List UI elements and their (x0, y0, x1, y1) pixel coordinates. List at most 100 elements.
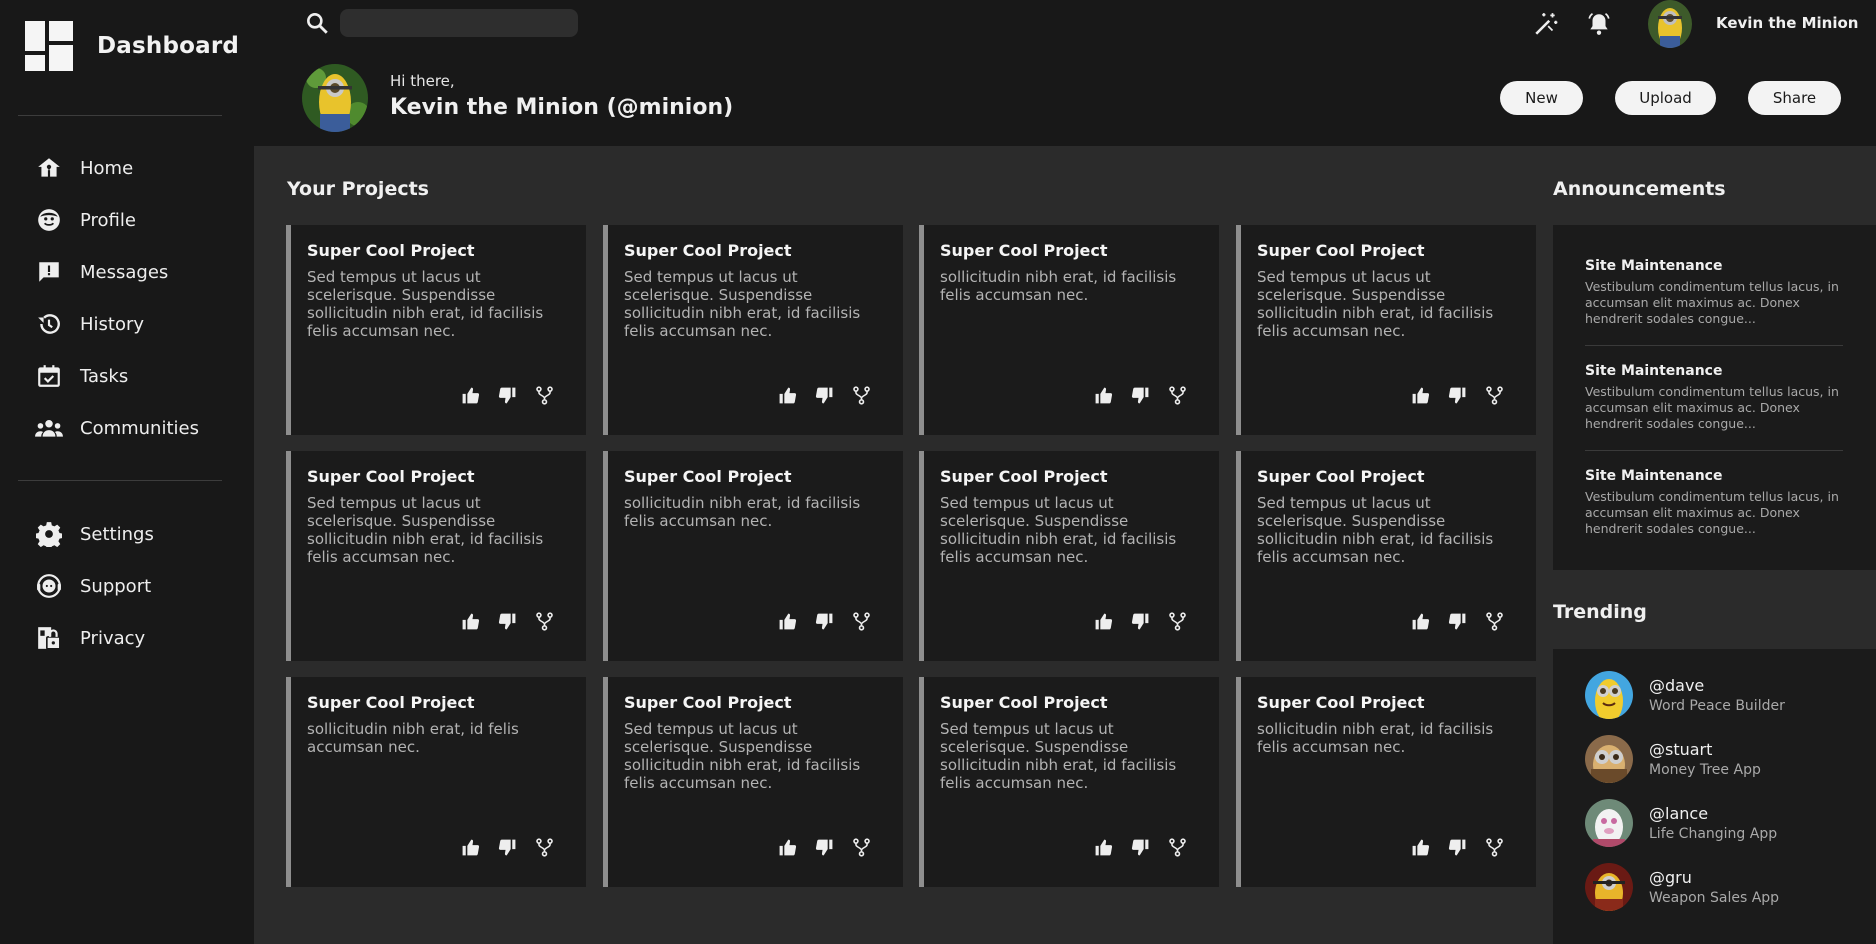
thumbs-down-icon[interactable] (1131, 386, 1150, 405)
upload-button[interactable]: Upload (1615, 81, 1716, 115)
thumbs-up-icon[interactable] (778, 386, 797, 405)
projects-title: Your Projects (287, 178, 429, 200)
trending-handle: @gru (1649, 868, 1692, 887)
brand[interactable]: Dashboard (25, 21, 239, 71)
sidebar-item-label: Support (80, 575, 152, 597)
search-input[interactable] (340, 9, 578, 37)
project-card[interactable]: Super Cool Project sollicitudin nibh erat… (286, 677, 586, 887)
fork-icon[interactable] (1485, 838, 1504, 857)
thumbs-up-icon[interactable] (461, 612, 480, 631)
fork-icon[interactable] (535, 838, 554, 857)
sidebar: Dashboard Home Profile Messages History … (0, 0, 254, 944)
fork-icon[interactable] (852, 838, 871, 857)
thumbs-up-icon[interactable] (1411, 612, 1430, 631)
user-avatar[interactable] (1648, 0, 1692, 48)
project-actions (778, 838, 871, 857)
search-icon[interactable] (304, 10, 330, 36)
thumbs-down-icon[interactable] (1131, 612, 1150, 631)
thumbs-down-icon[interactable] (815, 386, 834, 405)
sidebar-item-messages[interactable]: Messages (34, 257, 168, 287)
share-button[interactable]: Share (1748, 81, 1841, 115)
sidebar-item-label: History (80, 313, 145, 335)
project-actions (1094, 838, 1187, 857)
sidebar-item-communities[interactable]: Communities (34, 413, 199, 443)
thumbs-up-icon[interactable] (1094, 386, 1113, 405)
avatar (1585, 799, 1633, 847)
thumbs-down-icon[interactable] (1131, 838, 1150, 857)
trending-handle: @dave (1649, 676, 1705, 695)
fork-icon[interactable] (852, 612, 871, 631)
thumbs-down-icon[interactable] (815, 612, 834, 631)
project-description: Sed tempus ut lacus ut scelerisque. Susp… (307, 268, 544, 340)
thumbs-down-icon[interactable] (498, 386, 517, 405)
project-card[interactable]: Super Cool Project Sed tempus ut lacus ut… (1236, 451, 1536, 661)
sidebar-item-label: Profile (80, 209, 136, 231)
magic-wand-icon[interactable] (1532, 10, 1560, 38)
fork-icon[interactable] (535, 386, 554, 405)
project-description: sollicitudin nibh erat, id facilisis fel… (940, 268, 1177, 304)
gear-icon (34, 519, 64, 549)
thumbs-down-icon[interactable] (1448, 612, 1467, 631)
fork-icon[interactable] (1168, 386, 1187, 405)
thumbs-down-icon[interactable] (498, 612, 517, 631)
project-description: Sed tempus ut lacus ut scelerisque. Susp… (940, 720, 1177, 792)
fork-icon[interactable] (535, 612, 554, 631)
privacy-icon (34, 623, 64, 653)
thumbs-down-icon[interactable] (1448, 838, 1467, 857)
trending-item[interactable]: @stuart Money Tree App (1585, 735, 1761, 783)
project-description: Sed tempus ut lacus ut scelerisque. Susp… (1257, 268, 1494, 340)
project-actions (1411, 386, 1504, 405)
fork-icon[interactable] (1485, 612, 1504, 631)
thumbs-up-icon[interactable] (1094, 838, 1113, 857)
project-title: Super Cool Project (307, 467, 475, 486)
project-card[interactable]: Super Cool Project Sed tempus ut lacus ut… (603, 225, 903, 435)
announcement-item[interactable]: Site Maintenance Vestibulum condimentum … (1585, 363, 1845, 432)
notifications-bell-icon[interactable] (1585, 10, 1613, 38)
announcement-body: Vestibulum condimentum tellus lacus, in … (1585, 384, 1839, 431)
trending-item[interactable]: @dave Word Peace Builder (1585, 671, 1785, 719)
project-card[interactable]: Super Cool Project Sed tempus ut lacus ut… (603, 677, 903, 887)
avatar (1585, 735, 1633, 783)
thumbs-up-icon[interactable] (1094, 612, 1113, 631)
announcement-item[interactable]: Site Maintenance Vestibulum condimentum … (1585, 258, 1845, 327)
thumbs-up-icon[interactable] (461, 838, 480, 857)
trending-item[interactable]: @lance Life Changing App (1585, 799, 1777, 847)
project-title: Super Cool Project (1257, 467, 1425, 486)
thumbs-up-icon[interactable] (778, 612, 797, 631)
project-card[interactable]: Super Cool Project sollicitudin nibh erat… (1236, 677, 1536, 887)
project-card[interactable]: Super Cool Project Sed tempus ut lacus ut… (919, 677, 1219, 887)
sidebar-item-history[interactable]: History (34, 309, 144, 339)
thumbs-down-icon[interactable] (1448, 386, 1467, 405)
thumbs-down-icon[interactable] (498, 838, 517, 857)
sidebar-item-home[interactable]: Home (34, 153, 133, 183)
fork-icon[interactable] (852, 386, 871, 405)
thumbs-down-icon[interactable] (815, 838, 834, 857)
sidebar-item-label: Tasks (80, 365, 129, 387)
project-card[interactable]: Super Cool Project Sed tempus ut lacus ut… (286, 225, 586, 435)
sidebar-item-profile[interactable]: Profile (34, 205, 136, 235)
sidebar-item-tasks[interactable]: Tasks (34, 361, 128, 391)
profile-icon (34, 205, 64, 235)
announcement-item[interactable]: Site Maintenance Vestibulum condimentum … (1585, 468, 1845, 537)
trending-item[interactable]: @gru Weapon Sales App (1585, 863, 1779, 911)
thumbs-up-icon[interactable] (1411, 838, 1430, 857)
project-card[interactable]: Super Cool Project Sed tempus ut lacus ut… (1236, 225, 1536, 435)
project-card[interactable]: Super Cool Project Sed tempus ut lacus ut… (919, 451, 1219, 661)
avatar (1585, 671, 1633, 719)
sidebar-item-settings[interactable]: Settings (34, 519, 154, 549)
project-card[interactable]: Super Cool Project Sed tempus ut lacus ut… (286, 451, 586, 661)
fork-icon[interactable] (1168, 612, 1187, 631)
greeting-text: Hi there, (390, 72, 455, 90)
top-username[interactable]: Kevin the Minion (1716, 14, 1858, 32)
sidebar-item-support[interactable]: Support (34, 571, 151, 601)
thumbs-up-icon[interactable] (461, 386, 480, 405)
thumbs-up-icon[interactable] (1411, 386, 1430, 405)
announcement-body: Vestibulum condimentum tellus lacus, in … (1585, 279, 1839, 326)
project-card[interactable]: Super Cool Project sollicitudin nibh erat… (919, 225, 1219, 435)
fork-icon[interactable] (1168, 838, 1187, 857)
thumbs-up-icon[interactable] (778, 838, 797, 857)
project-card[interactable]: Super Cool Project sollicitudin nibh erat… (603, 451, 903, 661)
sidebar-item-privacy[interactable]: Privacy (34, 623, 145, 653)
fork-icon[interactable] (1485, 386, 1504, 405)
new-button[interactable]: New (1500, 81, 1583, 115)
